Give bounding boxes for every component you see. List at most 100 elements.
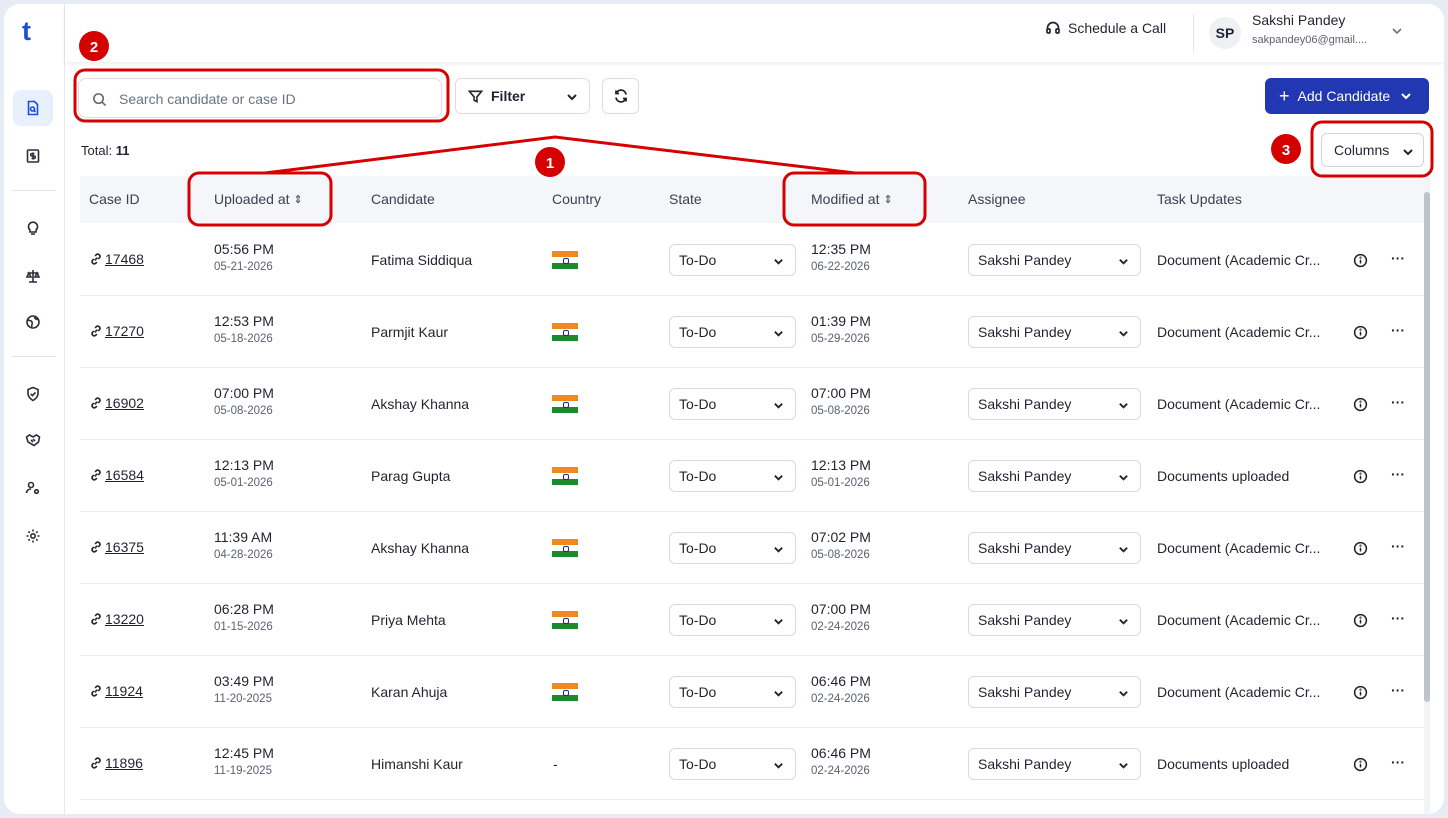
- case-id-link[interactable]: 17270: [105, 323, 144, 339]
- assignee-value: Sakshi Pandey: [978, 324, 1072, 340]
- schedule-call-label: Schedule a Call: [1068, 20, 1167, 36]
- refresh-button[interactable]: [602, 78, 639, 114]
- search-input[interactable]: [119, 87, 419, 111]
- table-row[interactable]: 11896 12:45 PM 11-19-2025 Himanshi Kaur - To-…: [80, 728, 1424, 800]
- info-button[interactable]: [1353, 397, 1368, 412]
- add-candidate-button[interactable]: + Add Candidate: [1265, 78, 1429, 114]
- state-select[interactable]: To-Do: [669, 532, 796, 564]
- link-icon: [91, 325, 101, 337]
- scale-icon: [25, 270, 41, 283]
- chevron-down-icon: [774, 763, 783, 769]
- app-logo[interactable]: t: [22, 16, 31, 46]
- sidebar-item-compliance[interactable]: [13, 258, 53, 294]
- sidebar-item-insights[interactable]: [13, 210, 53, 246]
- columns-button[interactable]: Columns: [1321, 133, 1424, 167]
- chevron-down-icon: [774, 403, 783, 409]
- lightbulb-icon: [27, 221, 39, 235]
- link-icon: [91, 757, 101, 769]
- col-header-modified-at[interactable]: Modified at ⇕: [811, 191, 893, 207]
- assignee-select[interactable]: Sakshi Pandey: [968, 604, 1141, 636]
- table-header: Case ID Uploaded at ⇕ Candidate Country S…: [80, 176, 1424, 223]
- avatar[interactable]: SP: [1209, 17, 1241, 49]
- modified-date: 02-24-2026: [811, 621, 870, 633]
- state-select[interactable]: To-Do: [669, 604, 796, 636]
- more-options-icon[interactable]: ···: [1391, 466, 1405, 482]
- assignee-select[interactable]: Sakshi Pandey: [968, 244, 1141, 276]
- schedule-call-button[interactable]: Schedule a Call: [1045, 20, 1166, 36]
- sidebar-item-partners[interactable]: [13, 422, 53, 458]
- sidebar-item-global[interactable]: [13, 304, 53, 340]
- state-select[interactable]: To-Do: [669, 316, 796, 348]
- dollar-doc-icon: [26, 149, 40, 163]
- info-button[interactable]: [1353, 469, 1368, 484]
- assignee-select[interactable]: Sakshi Pandey: [968, 532, 1141, 564]
- case-id-link[interactable]: 11896: [105, 755, 143, 771]
- more-options-icon[interactable]: ···: [1391, 322, 1405, 338]
- table-row[interactable]: 16375 11:39 AM 04-28-2026 Akshay Khanna To-D…: [80, 512, 1424, 584]
- sidebar-item-billing[interactable]: [13, 138, 53, 174]
- state-select[interactable]: To-Do: [669, 748, 796, 780]
- more-options-icon[interactable]: ···: [1391, 250, 1405, 266]
- state-select[interactable]: To-Do: [669, 676, 796, 708]
- uploaded-at-cell: 12:45 PM 11-19-2025: [214, 745, 274, 777]
- more-options-icon[interactable]: ···: [1391, 610, 1405, 626]
- candidate-name: Akshay Khanna: [371, 396, 470, 412]
- table-row[interactable]: 16902 07:00 PM 05-08-2026 Akshay Khanna To-D…: [80, 368, 1424, 440]
- filter-icon: [468, 90, 483, 103]
- search-icon: [93, 93, 107, 107]
- assignee-select[interactable]: Sakshi Pandey: [968, 460, 1141, 492]
- case-id-cell: 16584: [89, 467, 144, 483]
- case-id-link[interactable]: 11924: [105, 683, 143, 699]
- link-icon: [91, 469, 101, 481]
- state-select[interactable]: To-Do: [669, 244, 796, 276]
- info-button[interactable]: [1353, 541, 1368, 556]
- case-id-link[interactable]: 13220: [105, 611, 144, 627]
- assignee-select[interactable]: Sakshi Pandey: [968, 676, 1141, 708]
- col-header-country: Country: [552, 191, 602, 207]
- task-updates-text: Document (Academic Cr...: [1157, 252, 1321, 268]
- table-row[interactable]: 13220 06:28 PM 01-15-2026 Priya Mehta To-Do 0…: [80, 584, 1424, 656]
- table-row[interactable]: 17468 05:56 PM 05-21-2026 Fatima Siddiqua To…: [80, 224, 1424, 296]
- assignee-select[interactable]: Sakshi Pandey: [968, 388, 1141, 420]
- case-id-link[interactable]: 16584: [105, 467, 144, 483]
- uploaded-date: 11-19-2025: [214, 765, 272, 777]
- modified-at-cell: 01:39 PM 05-29-2026: [811, 313, 871, 345]
- table-row[interactable]: 16584 12:13 PM 05-01-2026 Parag Gupta To-Do 1…: [80, 440, 1424, 512]
- uploaded-at-cell: 03:49 PM 11-20-2025: [214, 673, 274, 705]
- sidebar-item-cases[interactable]: [13, 90, 53, 126]
- state-select[interactable]: To-Do: [669, 460, 796, 492]
- more-options-icon[interactable]: ···: [1391, 394, 1405, 410]
- user-settings-icon: [25, 481, 40, 495]
- uploaded-at-cell: 05:56 PM 05-21-2026: [214, 241, 274, 273]
- info-icon: [1353, 253, 1368, 268]
- candidate-name: Akshay Khanna: [371, 540, 470, 556]
- case-id-link[interactable]: 17468: [105, 251, 144, 267]
- chevron-down-icon: [774, 547, 783, 553]
- more-options-icon[interactable]: ···: [1391, 682, 1405, 698]
- more-options-icon[interactable]: ···: [1391, 538, 1405, 554]
- info-button[interactable]: [1353, 613, 1368, 628]
- chevron-down-icon[interactable]: [1390, 24, 1404, 38]
- scrollbar-thumb[interactable]: [1424, 192, 1430, 702]
- case-id-cell: 11896: [89, 755, 143, 771]
- col-header-modified-at-label: Modified at: [811, 191, 880, 207]
- filter-button[interactable]: Filter: [455, 78, 590, 114]
- info-button[interactable]: [1353, 685, 1368, 700]
- case-id-link[interactable]: 16902: [105, 395, 144, 411]
- assignee-select[interactable]: Sakshi Pandey: [968, 316, 1141, 348]
- table-row[interactable]: 17270 12:53 PM 05-18-2026 Parmjit Kaur To-Do…: [80, 296, 1424, 368]
- more-options-icon[interactable]: ···: [1391, 754, 1405, 770]
- sidebar-item-verification[interactable]: [13, 376, 53, 412]
- sort-icon: ⇕: [293, 194, 303, 206]
- info-button[interactable]: [1353, 325, 1368, 340]
- sidebar-item-settings[interactable]: [13, 518, 53, 554]
- case-id-link[interactable]: 16375: [105, 539, 144, 555]
- col-header-uploaded-at[interactable]: Uploaded at ⇕: [214, 191, 303, 207]
- table-row[interactable]: 11924 03:49 PM 11-20-2025 Karan Ahuja To-Do 0…: [80, 656, 1424, 728]
- info-button[interactable]: [1353, 757, 1368, 772]
- sidebar-item-users[interactable]: [13, 470, 53, 506]
- chevron-down-icon: [1119, 403, 1128, 409]
- info-button[interactable]: [1353, 253, 1368, 268]
- state-select[interactable]: To-Do: [669, 388, 796, 420]
- assignee-select[interactable]: Sakshi Pandey: [968, 748, 1141, 780]
